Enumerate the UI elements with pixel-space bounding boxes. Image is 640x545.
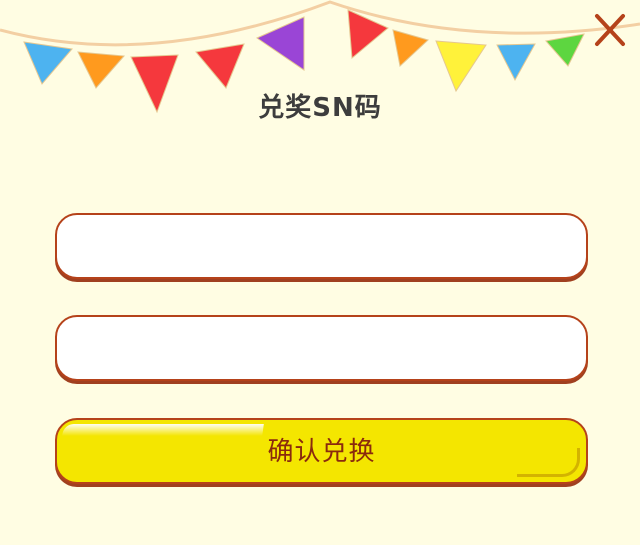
exchange-dialog: 兑奖SN码 确认兑换 — [0, 0, 640, 545]
close-button[interactable] — [590, 10, 630, 50]
bunting-string — [0, 0, 640, 47]
confirm-exchange-button[interactable]: 确认兑换 — [55, 418, 588, 484]
bunting-flag — [77, 51, 126, 89]
bunting-flag — [545, 33, 585, 67]
bunting-flag — [496, 43, 536, 82]
dialog-title: 兑奖SN码 — [258, 93, 382, 123]
bunting-flag — [195, 43, 245, 89]
sn-code-input-1[interactable] — [55, 213, 588, 279]
close-icon — [595, 14, 625, 46]
bunting-flag — [435, 40, 487, 93]
confirm-exchange-label: 确认兑换 — [267, 436, 376, 466]
sn-code-input-2[interactable] — [55, 315, 588, 381]
bunting-flag — [392, 29, 429, 67]
bunting-flag — [23, 41, 73, 85]
